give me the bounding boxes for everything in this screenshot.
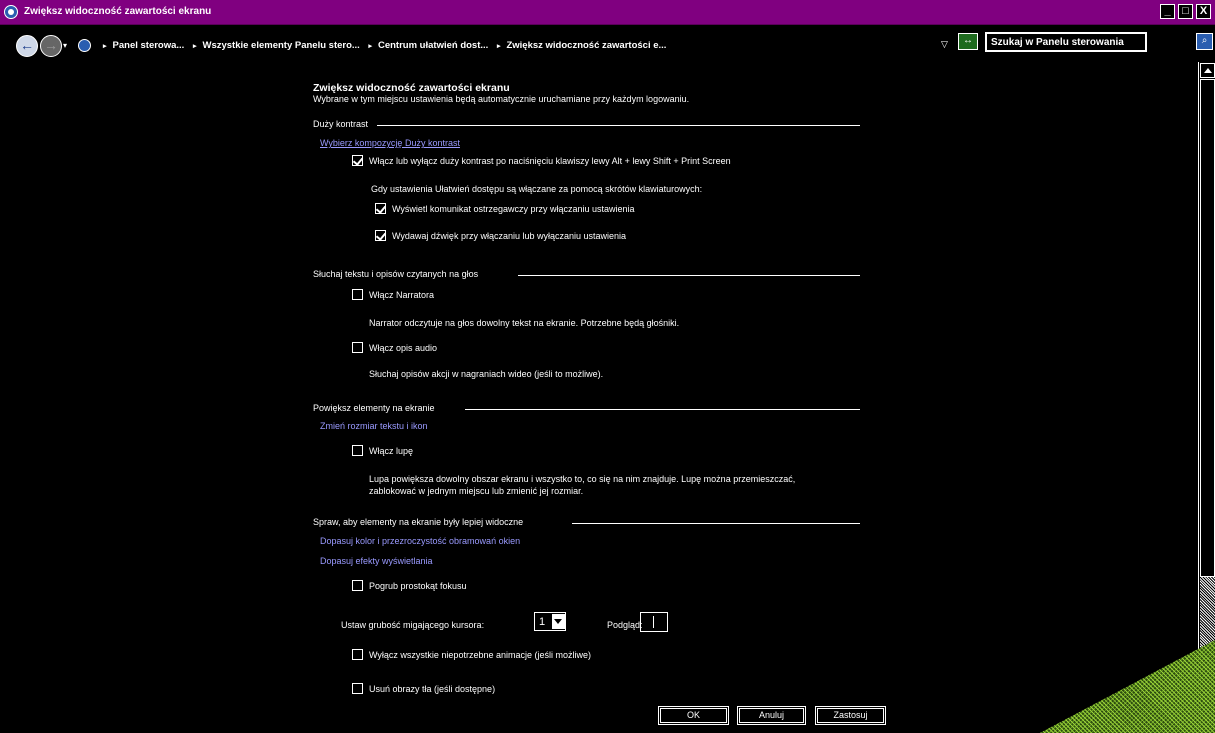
cursor-preview xyxy=(640,612,668,632)
sound-label[interactable]: Wydawaj dźwięk przy włączaniu lub wyłącz… xyxy=(392,231,626,241)
animations-label[interactable]: Wyłącz wszystkie niepotrzebne animacje (… xyxy=(369,650,591,660)
breadcrumb-item-all-items[interactable]: Wszystkie elementy Panelu stero... xyxy=(202,40,359,51)
chevron-right-icon[interactable]: ▸ xyxy=(497,43,501,50)
focus-rectangle-label[interactable]: Pogrub prostokąt fokusu xyxy=(369,581,467,591)
close-button[interactable]: X xyxy=(1196,4,1211,19)
cursor-thickness-value: 1 xyxy=(539,616,546,628)
background-images-checkbox[interactable] xyxy=(352,683,363,694)
audio-description-checkbox[interactable] xyxy=(352,342,363,353)
page-subtitle: Wybrane w tym miejscu ustawienia będą au… xyxy=(313,94,690,104)
main-content: Zwiększ widoczność zawartości ekranu Wyb… xyxy=(0,62,1198,733)
control-panel-icon xyxy=(78,39,91,52)
warning-message-label[interactable]: Wyświetl komunikat ostrzegawczy przy włą… xyxy=(392,204,635,214)
scrollbar-thumb[interactable] xyxy=(1200,79,1215,577)
sound-checkbox[interactable] xyxy=(375,230,386,241)
audio-description-text: Słuchaj opisów akcji w nagraniach wideo … xyxy=(369,369,604,379)
narrator-description: Narrator odczytuje na głos dowolny tekst… xyxy=(369,318,680,328)
high-contrast-shortcut-label[interactable]: Włącz lub wyłącz duży kontrast po naciśn… xyxy=(369,156,731,166)
chevron-down-icon[interactable] xyxy=(552,614,565,629)
magnifier-description-line2: zablokować w jednym miejscu lub zmienić … xyxy=(369,486,584,496)
forward-button[interactable]: → xyxy=(40,35,62,57)
animations-checkbox[interactable] xyxy=(352,649,363,660)
control-panel-icon xyxy=(4,5,18,19)
scroll-up-icon[interactable] xyxy=(1200,63,1215,78)
narrator-checkbox[interactable] xyxy=(352,289,363,300)
window-border-color-link[interactable]: Dopasuj kolor i przezroczystość obramowa… xyxy=(320,536,520,546)
minimize-button[interactable]: _ xyxy=(1160,4,1175,19)
narrator-label[interactable]: Włącz Narratora xyxy=(369,290,434,300)
cursor-thickness-label: Ustaw grubość migającego kursora: xyxy=(341,620,485,630)
ok-button[interactable]: OK xyxy=(658,706,729,725)
magnifier-label[interactable]: Włącz lupę xyxy=(369,446,413,456)
background-images-label[interactable]: Usuń obrazy tła (jeśli dostępne) xyxy=(369,684,495,694)
section-title-narrator: Słuchaj tekstu i opisów czytanych na gło… xyxy=(313,269,479,279)
refresh-button[interactable]: ↔ xyxy=(958,33,978,50)
cancel-button[interactable]: Anuluj xyxy=(737,706,806,725)
address-bar: ← → ▾ ▸ Panel sterowa... ▸ Wszystkie eleme… xyxy=(0,25,1215,62)
breadcrumb[interactable]: ▸ Panel sterowa... ▸ Wszystkie elementy Pa… xyxy=(75,35,975,56)
maximize-button[interactable]: □ xyxy=(1178,4,1193,19)
audio-description-label[interactable]: Włącz opis audio xyxy=(369,343,437,353)
breadcrumb-item-control-panel[interactable]: Panel sterowa... xyxy=(113,40,185,51)
preview-label: Podgląd: xyxy=(607,620,643,630)
magnifier-checkbox[interactable] xyxy=(352,445,363,456)
address-history-dropdown-icon[interactable]: ▽ xyxy=(941,39,948,50)
breadcrumb-item-ease-of-access[interactable]: Centrum ułatwień dost... xyxy=(378,40,488,51)
warning-message-checkbox[interactable] xyxy=(375,203,386,214)
section-divider xyxy=(518,275,860,276)
vertical-scrollbar[interactable] xyxy=(1198,62,1215,733)
back-button[interactable]: ← xyxy=(16,35,38,57)
breadcrumb-item-current[interactable]: Zwiększ widoczność zawartości e... xyxy=(506,40,666,51)
section-title-magnify: Powiększ elementy na ekranie xyxy=(313,403,435,413)
chevron-right-icon[interactable]: ▸ xyxy=(193,43,197,50)
chevron-right-icon[interactable]: ▸ xyxy=(368,43,372,50)
apply-button[interactable]: Zastosuj xyxy=(815,706,886,725)
choose-high-contrast-link[interactable]: Wybierz kompozycję Duży kontrast xyxy=(320,138,460,148)
title-bar: Zwiększ widoczność zawartości ekranu _ □… xyxy=(0,0,1215,25)
chevron-right-icon[interactable]: ▸ xyxy=(103,43,107,50)
focus-rectangle-checkbox[interactable] xyxy=(352,580,363,591)
page-title: Zwiększ widoczność zawartości ekranu xyxy=(313,82,510,94)
window-title: Zwiększ widoczność zawartości ekranu xyxy=(24,6,212,17)
search-icon[interactable]: ⌕ xyxy=(1196,33,1213,50)
shortcut-note: Gdy ustawienia Ułatwień dostępu są włącz… xyxy=(371,184,703,194)
section-divider xyxy=(377,125,860,126)
section-title-visibility: Spraw, aby elementy na ekranie były lepi… xyxy=(313,517,524,527)
change-text-size-link[interactable]: Zmień rozmiar tekstu i ikon xyxy=(320,421,428,431)
magnifier-description-line1: Lupa powiększa dowolny obszar ekranu i w… xyxy=(369,474,796,484)
display-effects-link[interactable]: Dopasuj efekty wyświetlania xyxy=(320,556,433,566)
recent-pages-dropdown-icon[interactable]: ▾ xyxy=(63,41,67,50)
high-contrast-shortcut-checkbox[interactable] xyxy=(352,155,363,166)
section-divider xyxy=(465,409,860,410)
search-input[interactable] xyxy=(985,32,1147,52)
section-divider xyxy=(572,523,860,524)
section-title-high-contrast: Duży kontrast xyxy=(313,119,369,129)
cursor-thickness-select[interactable]: 1 xyxy=(534,612,566,631)
